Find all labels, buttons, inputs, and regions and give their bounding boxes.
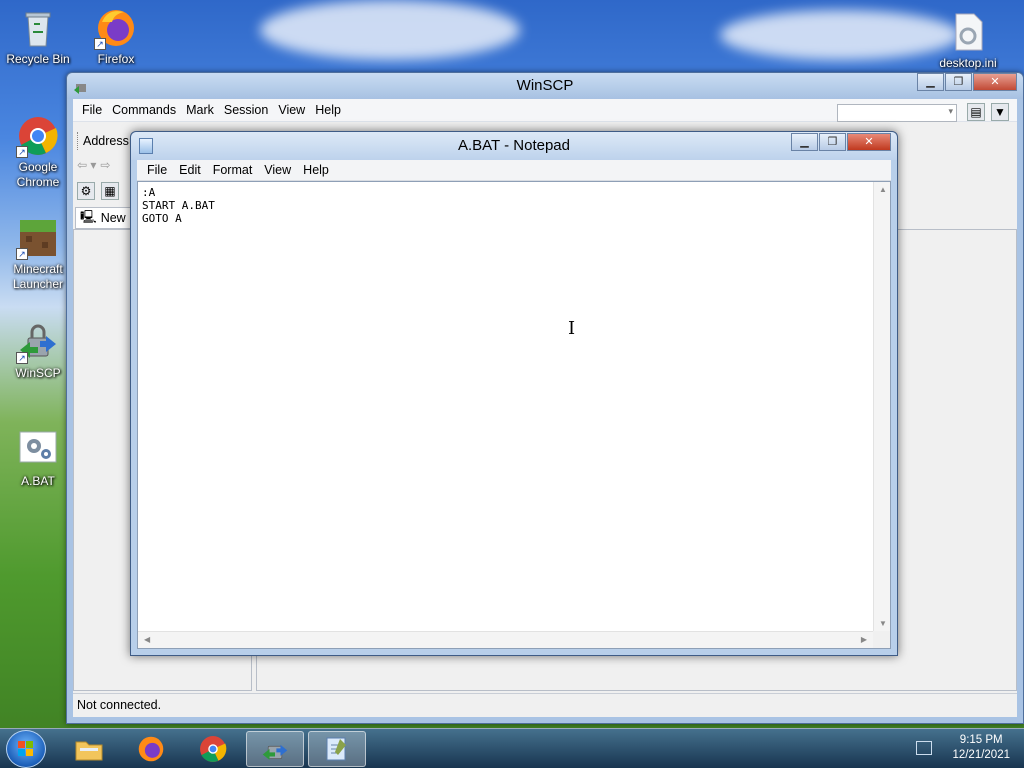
notepad-menubar: File Edit Format View Help — [137, 160, 891, 181]
open-folder-icon[interactable]: ▤ — [967, 103, 985, 121]
taskbar-winscp[interactable] — [246, 731, 304, 767]
cloud-decoration — [720, 10, 960, 60]
size-grip[interactable] — [873, 631, 890, 648]
address-combo[interactable]: ▾ — [837, 104, 957, 122]
toolbar-grip[interactable] — [77, 132, 79, 150]
action-center-flag-icon[interactable] — [916, 741, 932, 755]
taskbar-firefox[interactable] — [122, 731, 180, 767]
menu-mark[interactable]: Mark — [181, 103, 219, 117]
notepad-content[interactable]: :A START A.BAT GOTO A — [142, 186, 215, 225]
desktop-icon-label: Firefox — [97, 52, 135, 66]
winscp-title: WinSCP — [516, 77, 574, 94]
winscp-icon: ↗ — [16, 320, 60, 364]
grid-view-icon[interactable]: ▦ — [101, 182, 119, 200]
taskbar-notepad[interactable] — [308, 731, 366, 767]
address-label: Address — [83, 134, 129, 148]
winscp-titlebar[interactable]: WinSCP ▁ ❐ ✕ — [67, 73, 1023, 99]
navigation-toolbar: ⇦ ▾ ⇨ — [77, 154, 110, 176]
desktop-icon-label: desktop.ini — [939, 56, 997, 70]
forward-arrow-icon[interactable]: ⇨ — [100, 158, 110, 172]
config-file-icon — [946, 10, 990, 54]
minecraft-icon: ↗ — [16, 216, 60, 260]
chrome-icon — [200, 736, 227, 762]
firefox-icon: ↗ — [94, 6, 138, 50]
gear-icon[interactable]: ⚙ — [77, 182, 95, 200]
windows-logo-icon — [18, 741, 33, 756]
menu-help[interactable]: Help — [310, 103, 346, 117]
desktop-icon-winscp[interactable]: ↗ WinSCP — [0, 320, 76, 381]
firefox-icon — [138, 736, 164, 762]
notepad-minimize-button[interactable]: ▁ — [791, 133, 818, 151]
batch-file-icon — [16, 428, 60, 472]
horizontal-scrollbar[interactable]: ◀ ▶ — [138, 631, 873, 648]
back-arrow-icon[interactable]: ⇦ ▾ — [77, 158, 96, 172]
desktop-icon-chrome[interactable]: ↗ Google Chrome — [0, 114, 76, 190]
desktop-icon-a-bat[interactable]: A.BAT — [0, 428, 76, 489]
np-menu-help[interactable]: Help — [297, 163, 335, 177]
notepad-icon — [326, 737, 346, 761]
menu-view[interactable]: View — [273, 103, 310, 117]
text-cursor-icon: I — [568, 318, 576, 339]
notepad-title: A.BAT - Notepad — [457, 137, 570, 154]
np-menu-edit[interactable]: Edit — [173, 163, 207, 177]
desktop-icon-label: A.BAT — [21, 474, 55, 488]
np-menu-format[interactable]: Format — [207, 163, 259, 177]
desktop-icon-desktop-ini[interactable]: desktop.ini — [930, 10, 1006, 71]
shortcut-arrow-icon: ↗ — [16, 248, 28, 260]
clock-date: 12/21/2021 — [952, 749, 1010, 761]
clock-time: 9:15 PM — [959, 734, 1003, 746]
main-toolbar: ⚙ ▦ — [77, 179, 119, 203]
taskbar-explorer[interactable] — [60, 731, 118, 767]
vertical-scrollbar[interactable]: ▲ ▼ — [873, 182, 890, 631]
notepad-titlebar[interactable]: A.BAT - Notepad ▁ ❐ ✕ — [131, 132, 897, 160]
cloud-decoration — [260, 0, 520, 60]
status-bar: Not connected. — [73, 693, 1017, 717]
chrome-icon: ↗ — [16, 114, 60, 158]
menu-session[interactable]: Session — [219, 103, 273, 117]
np-menu-file[interactable]: File — [141, 163, 173, 177]
status-text: Not connected. — [77, 698, 162, 712]
scroll-left-icon[interactable]: ◀ — [144, 635, 150, 644]
scroll-down-icon[interactable]: ▼ — [879, 619, 887, 628]
winscp-close-button[interactable]: ✕ — [973, 73, 1017, 91]
tab-label: New — [100, 211, 126, 225]
desktop-icon-label: Recycle Bin — [6, 52, 70, 66]
filter-icon[interactable]: ▼ — [991, 103, 1009, 121]
shortcut-arrow-icon: ↗ — [94, 38, 106, 50]
taskbar-chrome[interactable] — [184, 731, 242, 767]
notepad-maximize-button[interactable]: ❐ — [819, 133, 846, 151]
start-button[interactable] — [6, 730, 46, 768]
notepad-window[interactable]: A.BAT - Notepad ▁ ❐ ✕ File Edit Format V… — [130, 131, 898, 656]
desktop-icon-minecraft[interactable]: ↗ Minecraft Launcher — [0, 216, 76, 292]
desktop-icon-label: WinSCP — [15, 366, 61, 380]
winscp-maximize-button[interactable]: ❐ — [945, 73, 972, 91]
computer-icon: 🖳 — [80, 209, 97, 224]
recycle-bin-icon — [16, 6, 60, 50]
scroll-right-icon[interactable]: ▶ — [861, 635, 867, 644]
menu-commands[interactable]: Commands — [107, 103, 181, 117]
system-clock[interactable]: 9:15 PM 12/21/2021 — [952, 733, 1010, 763]
taskbar: 9:15 PM 12/21/2021 — [0, 728, 1024, 768]
folder-icon — [75, 741, 103, 761]
desktop-icon-recycle-bin[interactable]: Recycle Bin — [0, 6, 76, 67]
desktop-icon-firefox[interactable]: ↗ Firefox — [78, 6, 154, 67]
desktop-icon-label: Google Chrome — [16, 160, 60, 189]
tab-new-session[interactable]: 🖳 New — [75, 207, 135, 229]
winscp-minimize-button[interactable]: ▁ — [917, 73, 944, 91]
notepad-text-area[interactable]: :A START A.BAT GOTO A I ▲ ▼ ◀ ▶ — [137, 181, 891, 649]
menu-file[interactable]: File — [77, 103, 107, 117]
notepad-close-button[interactable]: ✕ — [847, 133, 891, 151]
shortcut-arrow-icon: ↗ — [16, 352, 28, 364]
scroll-up-icon[interactable]: ▲ — [879, 185, 887, 194]
chevron-down-icon: ▾ — [948, 106, 953, 116]
winscp-icon — [262, 744, 288, 760]
desktop-icon-label: Minecraft Launcher — [12, 262, 64, 291]
shortcut-arrow-icon: ↗ — [16, 146, 28, 158]
np-menu-view[interactable]: View — [258, 163, 297, 177]
